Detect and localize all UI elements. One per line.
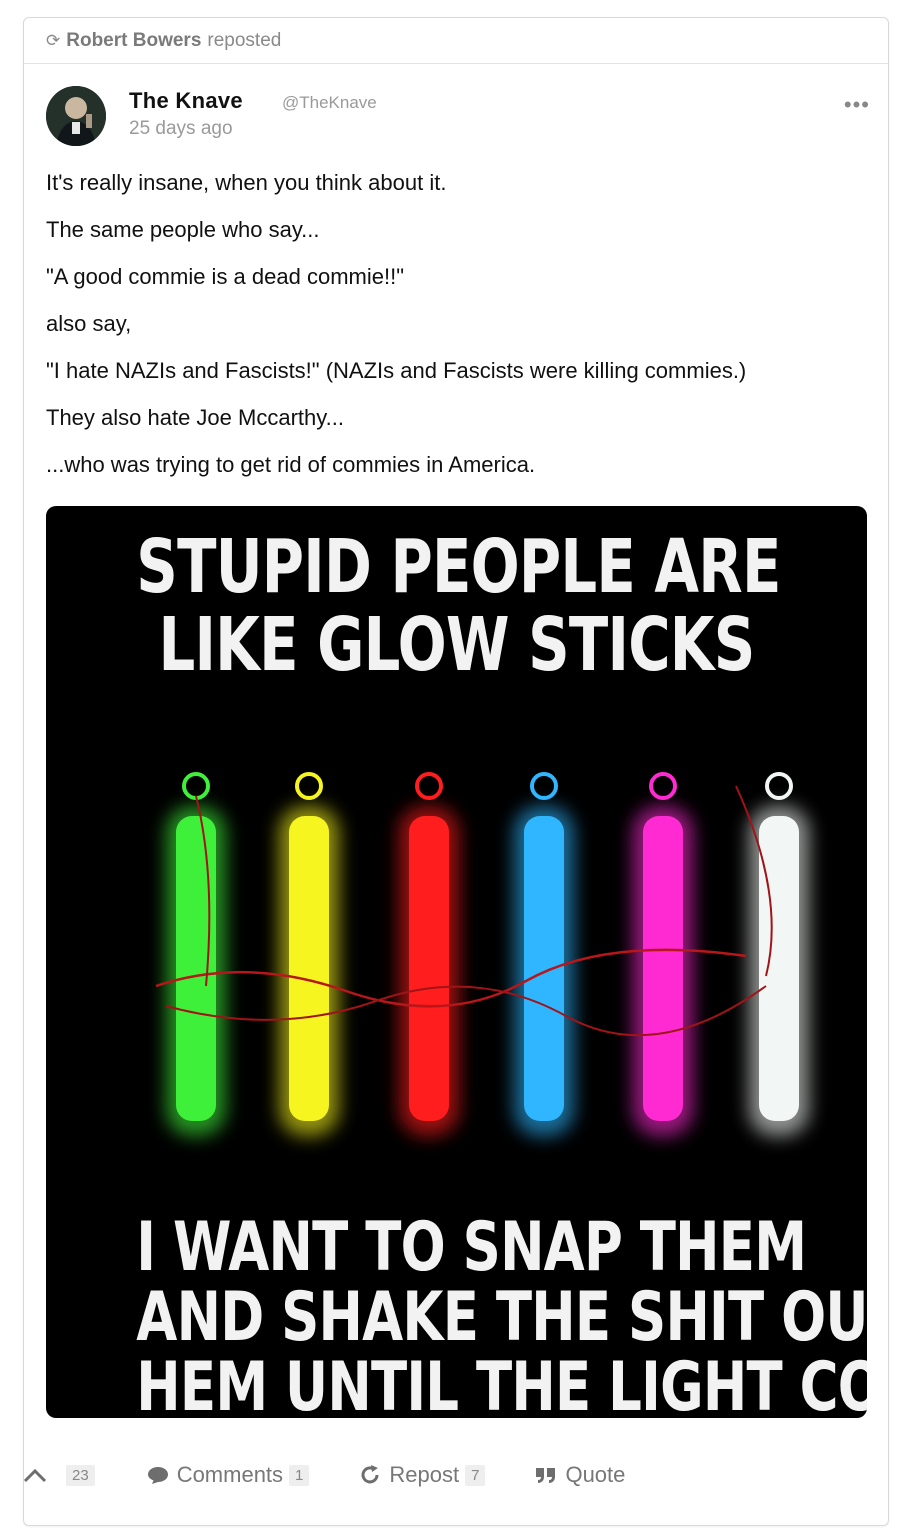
quote-label: Quote (565, 1462, 626, 1487)
quote-icon (535, 1465, 557, 1485)
post-line: The same people who say... (46, 217, 320, 242)
more-options-icon[interactable]: ••• (844, 92, 870, 118)
post-image[interactable]: STUPID PEOPLE ARE LIKE GLOW STICKS I WAN… (46, 506, 867, 1418)
post-line: "A good commie is a dead commie!!" (46, 264, 405, 289)
avatar[interactable] (46, 86, 106, 146)
glow-stick-hook (765, 772, 793, 800)
comments-count: 1 (289, 1464, 310, 1486)
post-body: It's really insane, when you think about… (46, 168, 866, 497)
glow-stick-hook (530, 772, 558, 800)
glow-stick-hook (295, 772, 323, 800)
repost-count: 7 (465, 1464, 486, 1486)
meme-caption-bottom: I WANT TO SNAP THEM (136, 1208, 807, 1287)
comments-button[interactable]: Comments 1 (147, 1462, 310, 1488)
repost-label: Repost (389, 1462, 460, 1487)
quote-button[interactable]: Quote (535, 1462, 625, 1488)
glow-stick (643, 816, 683, 1121)
upvote-button[interactable]: 23 (22, 1464, 95, 1486)
post-timestamp[interactable]: 25 days ago (129, 118, 233, 140)
post-actions: 23 Comments 1 Repost 7 Quote (22, 1455, 900, 1495)
meme-caption-bottom: HEM UNTIL THE LIGHT COMES ON (136, 1348, 867, 1418)
glow-sticks-illustration (155, 772, 809, 1136)
meme-caption-top: LIKE GLOW STICKS (158, 602, 755, 688)
glow-stick (176, 816, 216, 1121)
repost-icon: ⟳ (46, 30, 61, 50)
chevron-up-icon (22, 1466, 48, 1484)
glow-stick (289, 816, 329, 1121)
post-line: "I hate NAZIs and Fascists!" (NAZIs and … (46, 358, 747, 383)
comment-bubble-icon (147, 1465, 169, 1485)
glow-stick-hook (182, 772, 210, 800)
reposter-name[interactable]: Robert Bowers (66, 30, 201, 52)
author-row: The Knave @TheKnave 25 days ago ••• (46, 86, 870, 148)
upvote-count: 23 (66, 1464, 95, 1486)
meme-caption-top: STUPID PEOPLE ARE (136, 524, 781, 610)
glow-stick-hook (415, 772, 443, 800)
repost-icon (359, 1464, 381, 1486)
glow-stick (524, 816, 564, 1121)
repost-action: reposted (207, 29, 282, 51)
glow-stick (759, 816, 799, 1121)
comments-label: Comments (176, 1462, 284, 1487)
repost-header: ⟳ Robert Bowers reposted (24, 18, 888, 64)
post-line: ...who was trying to get rid of commies … (46, 452, 536, 477)
author-handle[interactable]: @TheKnave (282, 93, 377, 113)
post-line: also say, (46, 311, 132, 336)
repost-button[interactable]: Repost 7 (359, 1462, 486, 1488)
glow-stick-hook (649, 772, 677, 800)
post-card: ⟳ Robert Bowers reposted The Knave @TheK… (23, 17, 889, 1526)
post-line: It's really insane, when you think about… (46, 170, 447, 195)
author-name[interactable]: The Knave (129, 88, 243, 114)
post-line: They also hate Joe Mccarthy... (46, 405, 344, 430)
meme-caption-bottom: AND SHAKE THE SHIT OUT OF (136, 1278, 867, 1357)
glow-stick (409, 816, 449, 1121)
